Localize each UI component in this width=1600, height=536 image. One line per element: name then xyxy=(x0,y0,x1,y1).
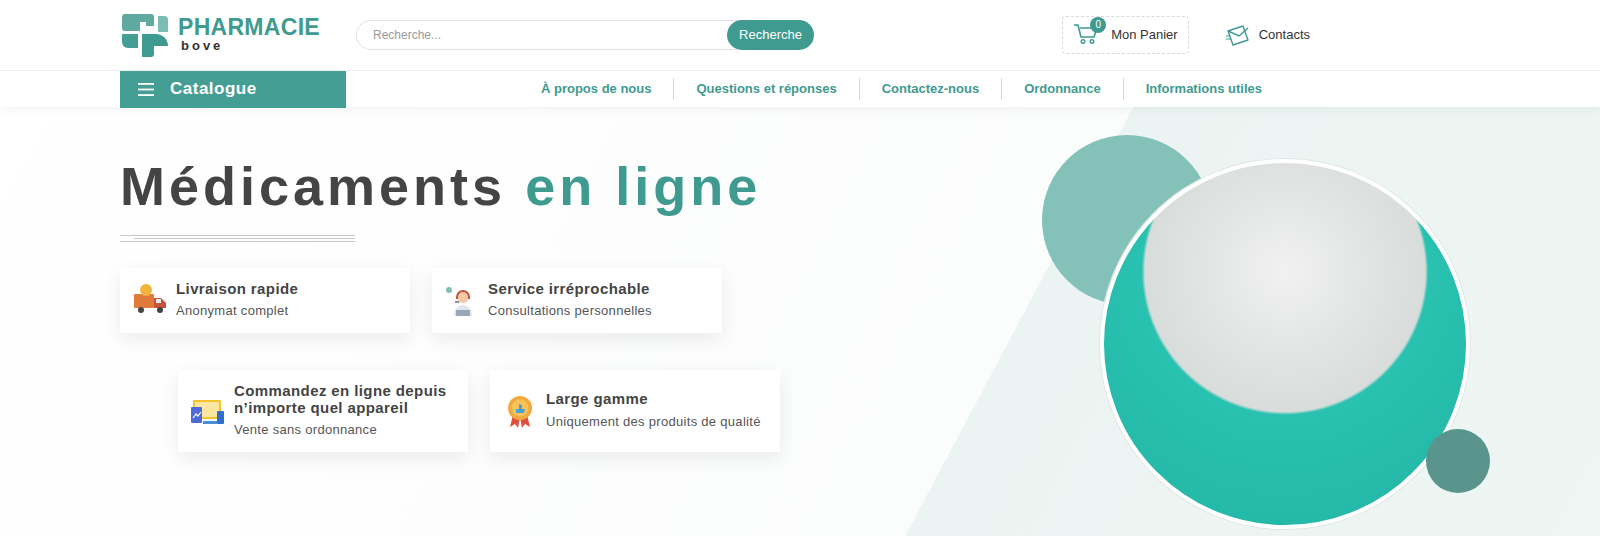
feature-subtitle: Uniquement des produits de qualité xyxy=(546,412,761,432)
feature-title: Livraison rapide xyxy=(176,280,298,297)
nav-link[interactable]: Questions et réponses xyxy=(673,78,858,100)
feature-subtitle: Consultations personnelles xyxy=(488,301,652,321)
hero: Médicaments en ligne Livraison rapide Ano… xyxy=(0,107,1600,536)
features: Livraison rapide Anonymat complet Service … xyxy=(120,268,900,452)
nurse-photo xyxy=(1100,159,1470,529)
support-agent-icon xyxy=(444,282,480,318)
nav-link[interactable]: Ordonnance xyxy=(1001,78,1123,100)
decor-circle-small xyxy=(1426,429,1490,493)
cart-count-badge: 0 xyxy=(1090,17,1106,33)
feature-card: Livraison rapide Anonymat complet xyxy=(120,268,410,333)
feature-card: Commandez en ligne depuis n’importe quel… xyxy=(178,370,468,452)
devices-icon xyxy=(190,393,226,429)
feature-text: Large gamme Uniquement des produits de qu… xyxy=(546,390,761,431)
search-form: Recherche xyxy=(356,20,814,50)
logo-subtitle: bove xyxy=(178,39,320,53)
feature-text: Service irréprochable Consultations perso… xyxy=(488,280,652,321)
feature-subtitle: Anonymat complet xyxy=(176,301,298,321)
hero-title-dark: Médicaments xyxy=(120,156,506,216)
contacts-label: Contacts xyxy=(1259,25,1310,45)
delivery-truck-icon xyxy=(132,282,168,318)
logo[interactable]: PHARMACIE bove xyxy=(120,12,320,58)
hero-content: Médicaments en ligne Livraison rapide Ano… xyxy=(0,107,900,536)
title-underline xyxy=(120,235,355,242)
feature-card: Large gamme Uniquement des produits de qu… xyxy=(490,370,780,452)
feature-row: Commandez en ligne depuis n’importe quel… xyxy=(178,370,900,452)
hero-title-accent: en ligne xyxy=(525,156,761,216)
quality-badge-icon xyxy=(502,393,538,429)
nav-link[interactable]: À propos de nous xyxy=(519,78,674,100)
nav-link[interactable]: Informations utiles xyxy=(1123,78,1284,100)
feature-title: Commandez en ligne depuis n’importe quel… xyxy=(234,382,454,417)
cart-button[interactable]: 0 Mon Panier xyxy=(1062,16,1188,54)
search-input[interactable] xyxy=(356,20,743,50)
feature-card: Service irréprochable Consultations perso… xyxy=(432,268,722,333)
feature-title: Large gamme xyxy=(546,390,761,407)
search-button[interactable]: Recherche xyxy=(727,20,814,50)
catalogue-button[interactable]: Catalogue xyxy=(120,71,346,108)
contacts-link[interactable]: Contacts xyxy=(1225,24,1310,46)
hamburger-icon xyxy=(138,83,154,96)
feature-text: Livraison rapide Anonymat complet xyxy=(176,280,298,321)
feature-subtitle: Vente sans ordonnance xyxy=(234,420,454,440)
feature-row: Livraison rapide Anonymat complet Service … xyxy=(120,268,900,333)
feature-text: Commandez en ligne depuis n’importe quel… xyxy=(234,382,454,440)
pharmacy-cross-icon xyxy=(120,12,170,58)
logo-title: PHARMACIE xyxy=(178,16,320,39)
hero-visual xyxy=(1030,107,1510,536)
nav-links: À propos de nousQuestions et réponsesCon… xyxy=(519,78,1284,100)
hero-title: Médicaments en ligne xyxy=(120,155,900,217)
feature-title: Service irréprochable xyxy=(488,280,652,297)
nav-link[interactable]: Contactez-nous xyxy=(859,78,1002,100)
cart-label: Mon Panier xyxy=(1111,25,1177,45)
catalogue-label: Catalogue xyxy=(170,76,257,102)
main-navbar: Catalogue À propos de nousQuestions et r… xyxy=(0,70,1600,107)
envelope-icon xyxy=(1225,24,1251,46)
header: PHARMACIE bove Recherche 0 Mon Panier Co… xyxy=(120,0,1310,70)
